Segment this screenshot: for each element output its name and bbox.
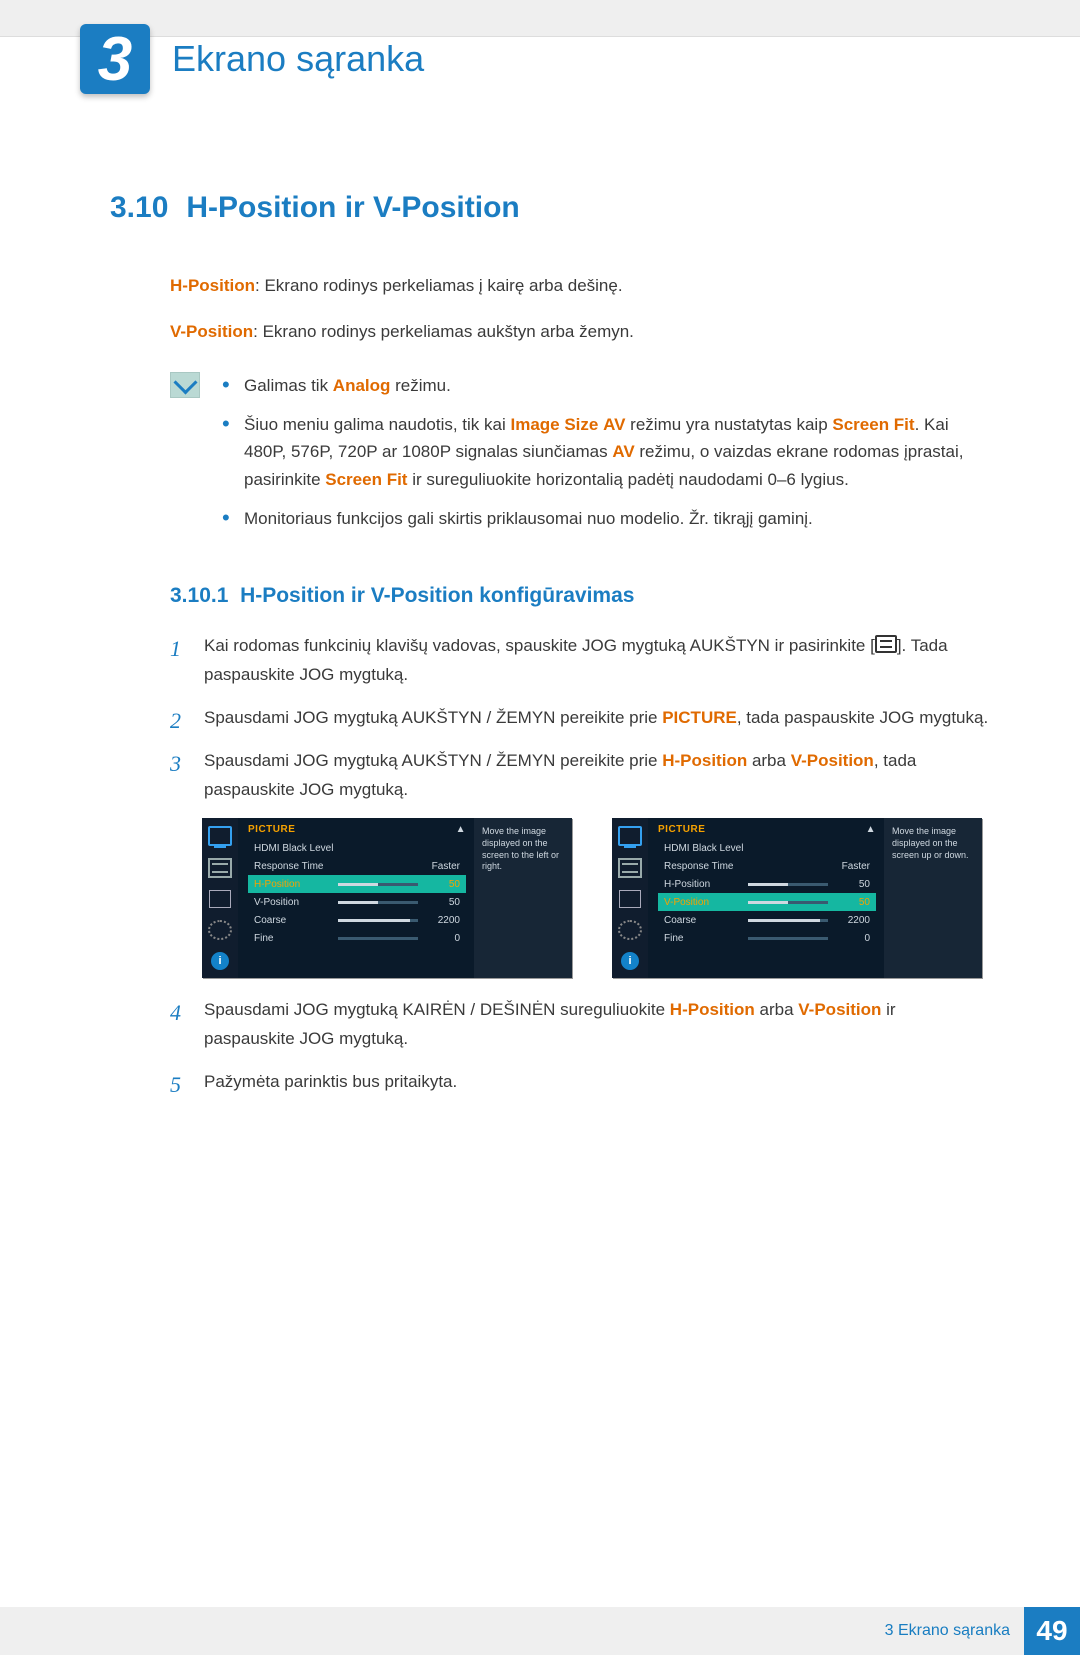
osd-tooltip-h: Move the image displayed on the screen t… bbox=[474, 818, 572, 978]
arrows-icon bbox=[619, 890, 641, 908]
osd-row-response: Response TimeFaster bbox=[248, 857, 466, 875]
step-5: 5 Pažymėta parinktis bus pritaikyta. bbox=[170, 1068, 990, 1097]
subsection-title: H-Position ir V-Position konfigūravimas bbox=[240, 584, 634, 607]
info-icon: i bbox=[621, 952, 639, 970]
osd-row-hposition: H-Position50 bbox=[658, 875, 876, 893]
step-number: 2 bbox=[170, 702, 181, 739]
osd-icon-bar: i bbox=[612, 818, 648, 978]
intro-hposition: H-Position: Ekrano rodinys perkeliamas į… bbox=[170, 273, 990, 299]
osd-title: PICTURE bbox=[248, 824, 295, 835]
osd-row-vposition-selected: V-Position50 bbox=[658, 893, 876, 911]
subsection-heading: 3.10.1 H-Position ir V-Position konfigūr… bbox=[170, 584, 990, 608]
osd-screenshots: i PICTURE ▲ HDMI Black Level Response Tim… bbox=[202, 818, 990, 978]
section-heading: 3.10 H-Position ir V-Position bbox=[110, 191, 990, 225]
note-block: Galimas tik Analog režimu. Šiuo meniu ga… bbox=[170, 372, 990, 544]
osd-title: PICTURE bbox=[658, 824, 705, 835]
osd-row-fine: Fine0 bbox=[658, 929, 876, 947]
step-number: 5 bbox=[170, 1066, 181, 1103]
step-number: 1 bbox=[170, 630, 181, 667]
picture-icon bbox=[208, 858, 232, 878]
step-number: 4 bbox=[170, 994, 181, 1031]
gear-icon bbox=[618, 920, 642, 940]
step-3: 3 Spausdami JOG mygtuką AUKŠTYN / ŽEMYN … bbox=[170, 747, 990, 805]
osd-row-coarse: Coarse2200 bbox=[658, 911, 876, 929]
note-icon bbox=[170, 372, 200, 398]
step-number: 3 bbox=[170, 745, 181, 782]
osd-row-fine: Fine0 bbox=[248, 929, 466, 947]
osd-vposition: i PICTURE ▲ HDMI Black Level Response Tim… bbox=[612, 818, 982, 978]
subsection-number: 3.10.1 bbox=[170, 584, 228, 607]
chapter-header: 3 Ekrano sąranka bbox=[0, 17, 1080, 101]
step-1: 1 Kai rodomas funkcinių klavišų vadovas,… bbox=[170, 632, 990, 690]
vpos-desc: : Ekrano rodinys perkeliamas aukštyn arb… bbox=[253, 322, 634, 341]
hpos-label: H-Position bbox=[170, 276, 255, 295]
osd-row-hdmi: HDMI Black Level bbox=[248, 839, 466, 857]
steps-list-2: 4 Spausdami JOG mygtuką KAIRĖN / DEŠINĖN… bbox=[170, 996, 990, 1097]
arrows-icon bbox=[209, 890, 231, 908]
osd-row-hdmi: HDMI Black Level bbox=[658, 839, 876, 857]
info-icon: i bbox=[211, 952, 229, 970]
step-2: 2 Spausdami JOG mygtuką AUKŠTYN / ŽEMYN … bbox=[170, 704, 990, 733]
picture-icon bbox=[618, 858, 642, 878]
osd-menu: PICTURE ▲ HDMI Black Level Response TimeF… bbox=[648, 818, 884, 978]
gear-icon bbox=[208, 920, 232, 940]
chapter-title: Ekrano sąranka bbox=[172, 38, 424, 80]
hpos-desc: : Ekrano rodinys perkeliamas į kairę arb… bbox=[255, 276, 623, 295]
osd-tooltip-v: Move the image displayed on the screen u… bbox=[884, 818, 982, 978]
monitor-icon bbox=[208, 826, 232, 846]
section-number: 3.10 bbox=[110, 191, 168, 224]
osd-row-response: Response TimeFaster bbox=[658, 857, 876, 875]
section-title: H-Position ir V-Position bbox=[186, 191, 519, 224]
osd-icon-bar: i bbox=[202, 818, 238, 978]
page-content: 3.10 H-Position ir V-Position H-Position:… bbox=[0, 101, 1080, 1097]
vpos-label: V-Position bbox=[170, 322, 253, 341]
note-list: Galimas tik Analog režimu. Šiuo meniu ga… bbox=[222, 372, 990, 544]
page-footer: 3 Ekrano sąranka 49 bbox=[0, 1607, 1080, 1655]
up-arrow-icon: ▲ bbox=[866, 824, 876, 835]
osd-row-hposition-selected: H-Position50 bbox=[248, 875, 466, 893]
footer-chapter-label: 3 Ekrano sąranka bbox=[885, 1622, 1010, 1640]
menu-icon bbox=[875, 635, 897, 653]
footer-page-number: 49 bbox=[1024, 1607, 1080, 1655]
step-4: 4 Spausdami JOG mygtuką KAIRĖN / DEŠINĖN… bbox=[170, 996, 990, 1054]
steps-list: 1 Kai rodomas funkcinių klavišų vadovas,… bbox=[170, 632, 990, 804]
note-item: Galimas tik Analog režimu. bbox=[222, 372, 990, 399]
osd-hposition: i PICTURE ▲ HDMI Black Level Response Tim… bbox=[202, 818, 572, 978]
chapter-number-badge: 3 bbox=[80, 24, 150, 94]
up-arrow-icon: ▲ bbox=[456, 824, 466, 835]
note-item: Šiuo meniu galima naudotis, tik kai Imag… bbox=[222, 411, 990, 493]
note-item: Monitoriaus funkcijos gali skirtis prikl… bbox=[222, 505, 990, 532]
osd-menu: PICTURE ▲ HDMI Black Level Response TimeF… bbox=[238, 818, 474, 978]
osd-row-coarse: Coarse2200 bbox=[248, 911, 466, 929]
intro-vposition: V-Position: Ekrano rodinys perkeliamas a… bbox=[170, 319, 990, 345]
monitor-icon bbox=[618, 826, 642, 846]
osd-row-vposition: V-Position50 bbox=[248, 893, 466, 911]
